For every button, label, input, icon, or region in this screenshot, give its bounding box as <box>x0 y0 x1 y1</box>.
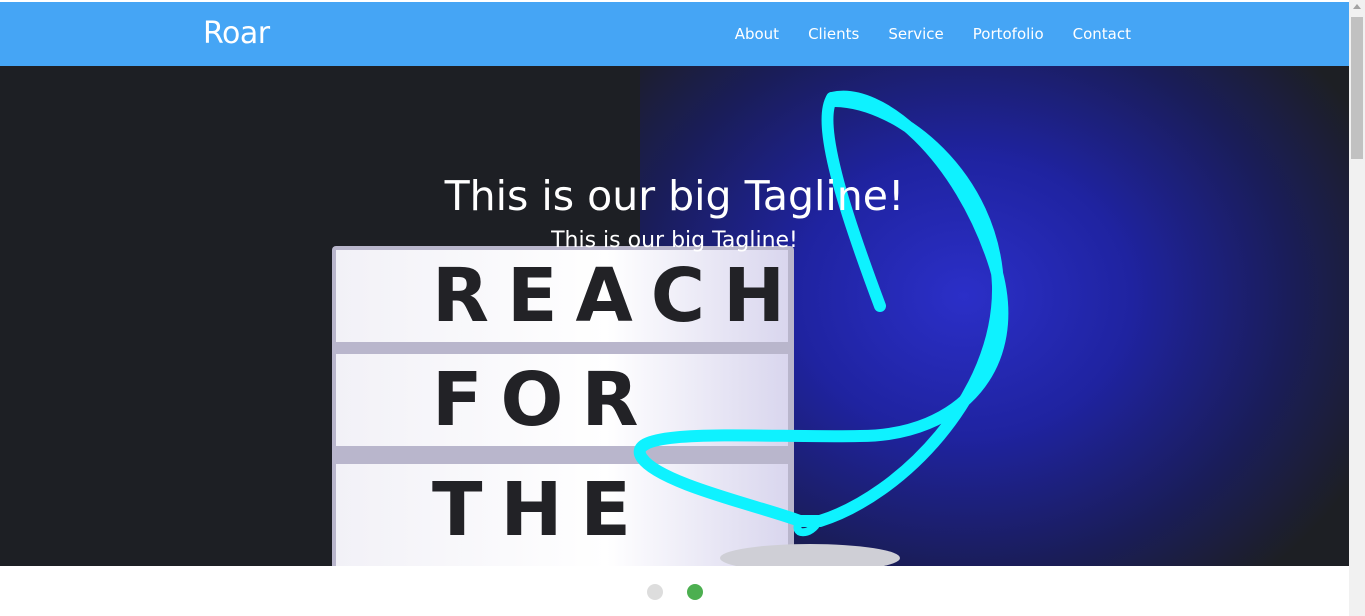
page-scrollbar[interactable] <box>1349 0 1365 616</box>
hero-title: This is our big Tagline! <box>444 172 905 220</box>
neon-moon-image <box>633 90 1009 566</box>
carousel-indicator-1[interactable] <box>646 584 663 600</box>
scrollbar-thumb[interactable] <box>1351 17 1363 159</box>
carousel-indicator-2[interactable] <box>686 584 703 600</box>
nav-link-portofolio[interactable]: Portofolio <box>973 24 1044 44</box>
page: Roar About Clients Service Portofolio Co… <box>0 0 1365 616</box>
nav-links: About Clients Service Portofolio Contact <box>706 24 1131 44</box>
carousel-indicators <box>0 584 1349 600</box>
brand-logo-link[interactable]: Roar <box>203 16 270 52</box>
navbar: Roar About Clients Service Portofolio Co… <box>0 2 1349 66</box>
nav-link-service[interactable]: Service <box>888 24 943 44</box>
hero-caption: This is our big Tagline! This is our big… <box>0 166 1349 256</box>
lamp-base <box>720 544 900 566</box>
nav-link-contact[interactable]: Contact <box>1073 24 1131 44</box>
hero-subtitle: This is our big Tagline! <box>551 228 798 253</box>
nav-link-about[interactable]: About <box>735 24 779 44</box>
nav-link-clients[interactable]: Clients <box>808 24 859 44</box>
neon-moon-outline <box>633 90 1009 527</box>
hero-carousel-slide: REACH FOR THE This is our big Tagline! T… <box>0 66 1349 566</box>
scroll-up-arrow-icon[interactable] <box>1353 4 1361 9</box>
